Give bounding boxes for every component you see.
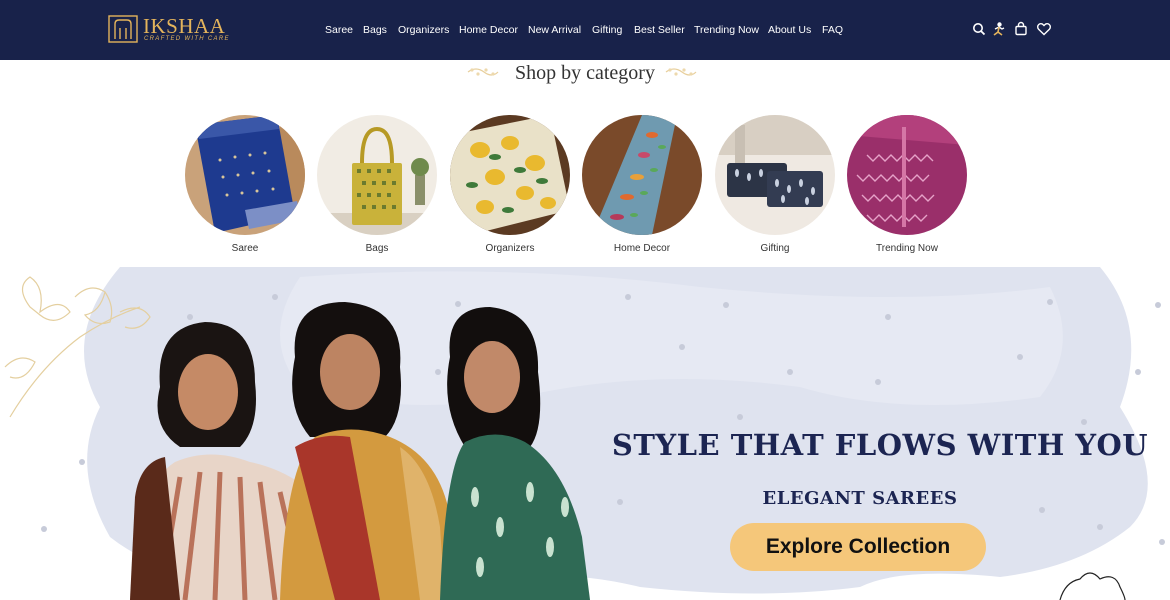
yellow-tote-bag-image[interactable]	[317, 115, 437, 235]
nav-item-new-arrival[interactable]: New Arrival	[528, 23, 581, 37]
nav-item-organizers[interactable]: Organizers	[398, 23, 449, 37]
category-label-gifting[interactable]: Gifting	[715, 243, 835, 255]
brand-tagline: CRAFTED WITH CARE	[144, 36, 230, 42]
nav-item-faq[interactable]: FAQ	[822, 23, 843, 37]
category-label-saree[interactable]: Saree	[185, 243, 305, 255]
hero-subheadline: ELEGANT SAREES	[762, 488, 958, 509]
category-section-title: Shop by category	[515, 62, 655, 84]
category-card-gifting[interactable]: Gifting	[715, 115, 835, 255]
title-ornament-right-icon	[665, 68, 697, 76]
blue-saree-image[interactable]	[185, 115, 305, 235]
logo-mark-icon	[108, 15, 138, 43]
account-icon[interactable]	[991, 21, 1007, 37]
nav-item-gifting[interactable]: Gifting	[592, 23, 622, 37]
hero-headline: STYLE THAT FLOWS WITH YOU	[611, 428, 1149, 462]
explore-collection-button[interactable]: Explore Collection	[730, 523, 986, 571]
table-runner-image[interactable]	[582, 115, 702, 235]
category-card-home-decor[interactable]: Home Decor	[582, 115, 702, 255]
brand-logo[interactable]: IKSHAA CRAFTED WITH CARE	[108, 14, 228, 46]
nav-item-bags[interactable]: Bags	[363, 23, 387, 37]
wishlist-icon[interactable]	[1036, 21, 1052, 37]
category-card-bags[interactable]: Bags	[317, 115, 437, 255]
nav-item-about-us[interactable]: About Us	[768, 23, 811, 37]
category-label-bags[interactable]: Bags	[317, 243, 437, 255]
nav-item-home-decor[interactable]: Home Decor	[459, 23, 518, 37]
magenta-saree-image[interactable]	[847, 115, 967, 235]
nav-item-best-seller[interactable]: Best Seller	[634, 23, 685, 37]
category-card-organizers[interactable]: Organizers	[450, 115, 570, 255]
lemon-print-organizer-image[interactable]	[450, 115, 570, 235]
nav-item-trending-now[interactable]: Trending Now	[694, 23, 759, 37]
category-label-trending-now[interactable]: Trending Now	[847, 243, 967, 255]
pouch-set-image[interactable]	[715, 115, 835, 235]
brand-name: IKSHAA	[143, 14, 226, 38]
category-card-saree[interactable]: Saree	[185, 115, 305, 255]
hero-banner: STYLE THAT FLOWS WITH YOU ELEGANT SAREES…	[0, 267, 1170, 600]
category-label-organizers[interactable]: Organizers	[450, 243, 570, 255]
section-title: Shop by category	[0, 60, 1170, 88]
search-icon[interactable]	[971, 21, 987, 37]
category-card-trending-now[interactable]: Trending Now	[847, 115, 967, 255]
cart-icon[interactable]	[1013, 21, 1029, 37]
site-header: IKSHAA CRAFTED WITH CARE Saree Bags Orga…	[0, 0, 1170, 60]
category-label-home-decor[interactable]: Home Decor	[582, 243, 702, 255]
hero-models-image	[130, 302, 590, 600]
nav-item-saree[interactable]: Saree	[325, 23, 353, 37]
